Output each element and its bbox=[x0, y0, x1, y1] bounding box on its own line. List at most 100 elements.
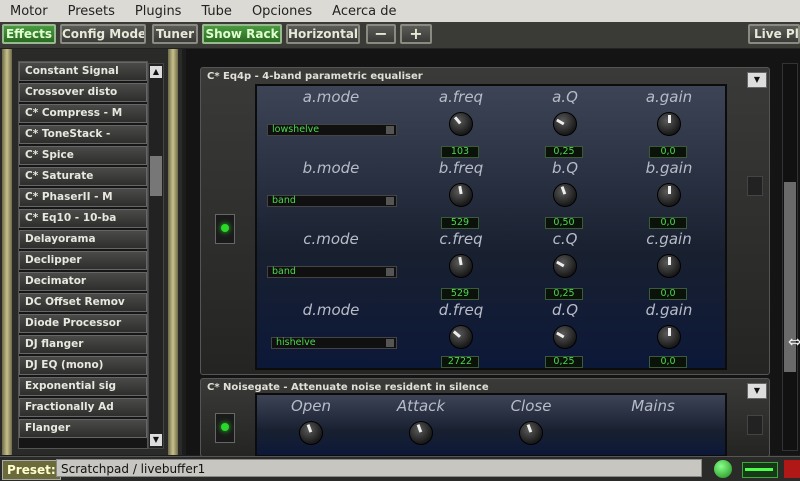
a-mode-label: a.mode bbox=[302, 88, 360, 106]
noisegate-menu-icon[interactable]: ▼ bbox=[747, 383, 767, 399]
noisegate-panel: Open Attack Close Mains bbox=[255, 393, 727, 457]
remove-rack-button[interactable]: − bbox=[366, 24, 396, 44]
list-item[interactable]: DJ EQ (mono) bbox=[19, 356, 147, 375]
knob-indicator bbox=[526, 424, 533, 433]
scroll-thumb[interactable] bbox=[150, 156, 162, 196]
power-led-icon bbox=[221, 224, 229, 232]
b-freq-label: b.freq bbox=[438, 159, 484, 177]
d-gain-knob[interactable] bbox=[657, 325, 681, 349]
status-bar: Preset: Scratchpad / livebuffer1 bbox=[0, 456, 800, 481]
knob-indicator bbox=[668, 115, 671, 123]
menu-acerca-de[interactable]: Acerca de bbox=[322, 4, 406, 19]
effects-rack: C* Eq4p - 4-band parametric equaliser ▼ … bbox=[186, 49, 800, 457]
open-knob[interactable] bbox=[299, 421, 323, 445]
eq4p-side-handle[interactable] bbox=[747, 176, 763, 196]
d-q-knob[interactable] bbox=[553, 325, 577, 349]
b-q-label: b.Q bbox=[551, 159, 579, 177]
horizontal-button[interactable]: Horizontal bbox=[286, 24, 360, 44]
list-item[interactable]: DC Offset Remov bbox=[19, 293, 147, 312]
list-item[interactable]: Declipper bbox=[19, 251, 147, 270]
a-q-value: 0,25 bbox=[545, 146, 583, 158]
plugin-list-scrollbar[interactable]: ▲ ▼ bbox=[148, 63, 164, 449]
list-item[interactable]: Constant Signal bbox=[19, 62, 147, 81]
d-mode-select[interactable]: hishelve bbox=[271, 337, 397, 349]
show-rack-button[interactable]: Show Rack bbox=[202, 24, 282, 44]
a-freq-knob[interactable] bbox=[449, 112, 473, 136]
list-item[interactable]: C* Spice bbox=[19, 146, 147, 165]
close-knob[interactable] bbox=[519, 421, 543, 445]
power-off-icon[interactable] bbox=[784, 460, 800, 478]
b-q-value: 0,50 bbox=[545, 217, 583, 229]
list-item[interactable]: Decimator bbox=[19, 272, 147, 291]
b-q-knob[interactable] bbox=[553, 183, 577, 207]
toolbar: Effects Config Mode Tuner Show Rack Hori… bbox=[0, 22, 800, 49]
list-item[interactable]: Crossover disto bbox=[19, 83, 147, 102]
attack-label: Attack bbox=[396, 397, 446, 415]
eq4p-menu-icon[interactable]: ▼ bbox=[747, 72, 767, 88]
list-item[interactable]: C* Eq10 - 10-ba bbox=[19, 209, 147, 228]
knob-indicator bbox=[556, 260, 565, 268]
c-gain-label: c.gain bbox=[646, 230, 692, 248]
list-item[interactable]: C* PhaserII - M bbox=[19, 188, 147, 207]
preset-name-field[interactable]: Scratchpad / livebuffer1 bbox=[56, 459, 702, 477]
engine-status-led-icon[interactable] bbox=[714, 460, 732, 478]
a-q-knob[interactable] bbox=[553, 112, 577, 136]
c-mode-select[interactable]: band bbox=[267, 266, 397, 278]
right-frame-rail bbox=[168, 49, 178, 455]
d-mode-label: d.mode bbox=[302, 301, 360, 319]
list-item[interactable]: Diode Processor bbox=[19, 314, 147, 333]
list-item[interactable]: Fractionally Ad bbox=[19, 398, 147, 417]
scroll-down-icon[interactable]: ▼ bbox=[150, 434, 162, 446]
power-led-icon bbox=[221, 423, 229, 431]
b-freq-knob[interactable] bbox=[449, 183, 473, 207]
eq4p-power-toggle[interactable] bbox=[215, 214, 235, 244]
live-play-button[interactable]: Live Pla bbox=[748, 24, 800, 44]
close-label: Close bbox=[510, 397, 552, 415]
b-mode-select[interactable]: band bbox=[267, 195, 397, 207]
list-item[interactable]: Exponential sig bbox=[19, 377, 147, 396]
knob-indicator bbox=[416, 424, 423, 433]
d-q-label: d.Q bbox=[551, 301, 579, 319]
eq4p-title: C* Eq4p - 4-band parametric equaliser bbox=[207, 71, 423, 82]
list-item[interactable]: Delayorama bbox=[19, 230, 147, 249]
add-rack-button[interactable]: + bbox=[400, 24, 432, 44]
d-mode-value: hishelve bbox=[276, 337, 316, 348]
dropdown-arrow-icon bbox=[386, 268, 394, 276]
list-item[interactable]: C* ToneStack - bbox=[19, 125, 147, 144]
c-gain-knob[interactable] bbox=[657, 254, 681, 278]
d-freq-knob[interactable] bbox=[449, 325, 473, 349]
list-item[interactable]: Flanger bbox=[19, 419, 147, 438]
a-gain-knob[interactable] bbox=[657, 112, 681, 136]
c-mode-value: band bbox=[272, 266, 296, 277]
d-gain-value: 0,0 bbox=[649, 356, 687, 368]
mains-label: Mains bbox=[631, 397, 675, 415]
preset-label[interactable]: Preset: bbox=[2, 460, 61, 480]
plugin-list: Constant Signal Crossover disto C* Compr… bbox=[18, 61, 148, 449]
menu-presets[interactable]: Presets bbox=[58, 4, 125, 19]
menu-tube[interactable]: Tube bbox=[191, 4, 241, 19]
c-q-label: c.Q bbox=[552, 230, 578, 248]
tuner-button[interactable]: Tuner bbox=[152, 24, 198, 44]
list-item[interactable]: C* Saturate bbox=[19, 167, 147, 186]
effects-button[interactable]: Effects bbox=[2, 24, 56, 44]
noisegate-side-handle[interactable] bbox=[747, 415, 763, 435]
menu-plugins[interactable]: Plugins bbox=[125, 4, 192, 19]
knob-indicator bbox=[306, 424, 313, 433]
noisegate-title: C* Noisegate - Attenuate noise resident … bbox=[207, 382, 489, 393]
menu-opciones[interactable]: Opciones bbox=[242, 4, 322, 19]
c-q-knob[interactable] bbox=[553, 254, 577, 278]
list-item[interactable]: DJ flanger bbox=[19, 335, 147, 354]
a-gain-label: a.gain bbox=[645, 88, 693, 106]
a-mode-select[interactable]: lowshelve bbox=[267, 124, 397, 136]
c-freq-knob[interactable] bbox=[449, 254, 473, 278]
list-item[interactable]: C* Compress - M bbox=[19, 104, 147, 123]
rack-scrollbar[interactable] bbox=[782, 63, 798, 451]
scroll-up-icon[interactable]: ▲ bbox=[150, 66, 162, 78]
b-gain-knob[interactable] bbox=[657, 183, 681, 207]
attack-knob[interactable] bbox=[409, 421, 433, 445]
c-freq-value: 529 bbox=[441, 288, 479, 300]
config-mode-button[interactable]: Config Mode bbox=[60, 24, 146, 44]
menu-motor[interactable]: Motor bbox=[0, 4, 58, 19]
d-q-value: 0,25 bbox=[545, 356, 583, 368]
noisegate-power-toggle[interactable] bbox=[215, 413, 235, 443]
